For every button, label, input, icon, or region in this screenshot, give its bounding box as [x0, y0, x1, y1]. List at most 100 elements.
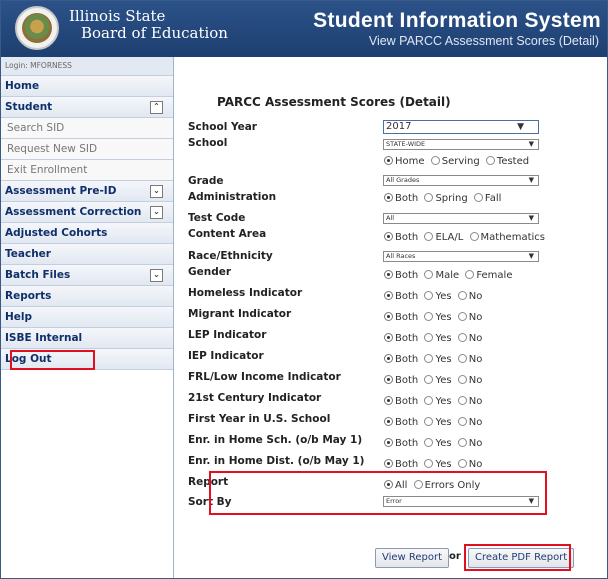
sidebar-item-request-new-sid[interactable]: Request New SID [1, 139, 173, 160]
gender-radio-group: Both Male Female [383, 270, 514, 281]
radio-icon [424, 232, 434, 241]
option-label: Both [395, 270, 419, 281]
sidebar-item-exit-enrollment[interactable]: Exit Enrollment [1, 160, 173, 181]
migrant-yes[interactable]: Yes [423, 312, 452, 323]
radio-icon [424, 333, 434, 342]
content-area-ela[interactable]: ELA/L [423, 232, 463, 243]
grade-value: All Grades [386, 176, 420, 184]
window: Illinois State Board of Education Studen… [0, 0, 608, 579]
lep-no[interactable]: No [457, 333, 482, 344]
first-year-label: First Year in U.S. School [188, 413, 331, 425]
sidebar-item-batch-files[interactable]: Batch Files ⌄ [1, 265, 173, 286]
century21-label: 21st Century Indicator [188, 392, 322, 404]
sidebar-item-isbe-internal[interactable]: ISBE Internal [1, 328, 173, 349]
iep-both[interactable]: Both [383, 354, 418, 365]
option-label: Mathematics [480, 232, 545, 243]
gender-both[interactable]: Both [383, 270, 418, 281]
content-area-mathematics[interactable]: Mathematics [469, 232, 545, 243]
chevron-down-icon[interactable]: ⌄ [150, 206, 163, 219]
or-text: or [449, 551, 461, 562]
chevron-up-icon[interactable]: ⌃ [150, 101, 163, 114]
sidebar-item-home[interactable]: Home [1, 76, 173, 97]
option-label: Yes [435, 333, 452, 344]
test-code-select[interactable]: All ▼ [383, 213, 539, 224]
option-label: No [468, 417, 483, 428]
radio-icon [384, 354, 393, 363]
century21-no[interactable]: No [457, 396, 482, 407]
gender-label: Gender [188, 266, 232, 278]
century21-both[interactable]: Both [383, 396, 418, 407]
frl-yes[interactable]: Yes [423, 375, 452, 386]
school-type-home[interactable]: Home [383, 156, 425, 167]
radio-icon [424, 396, 434, 405]
radio-icon [457, 333, 467, 342]
sidebar-item-adjusted-cohorts[interactable]: Adjusted Cohorts [1, 223, 173, 244]
first-year-no[interactable]: No [457, 417, 483, 428]
administration-fall[interactable]: Fall [473, 193, 502, 204]
home-dist-both[interactable]: Both [383, 459, 418, 470]
sidebar-item-assessment-correction[interactable]: Assessment Correction ⌄ [1, 202, 173, 223]
school-year-select[interactable]: 2017 ▼ [383, 120, 539, 134]
reports-highlight-box [10, 350, 95, 370]
first-year-yes[interactable]: Yes [423, 417, 452, 428]
option-label: Both [395, 312, 419, 323]
content-area-both[interactable]: Both [383, 232, 418, 243]
first-year-both[interactable]: Both [383, 417, 418, 428]
view-report-button[interactable]: View Report [375, 548, 450, 568]
frl-both[interactable]: Both [383, 375, 418, 386]
sidebar-item-help[interactable]: Help [1, 307, 173, 328]
lep-yes[interactable]: Yes [423, 333, 452, 344]
iep-yes[interactable]: Yes [423, 354, 452, 365]
radio-icon [424, 270, 434, 279]
option-label: Female [476, 270, 513, 281]
home-school-no[interactable]: No [457, 438, 482, 449]
sidebar-item-student[interactable]: Student ⌃ [1, 97, 173, 118]
chevron-down-icon: ▼ [528, 140, 534, 148]
radio-icon [457, 459, 467, 468]
frl-no[interactable]: No [457, 375, 482, 386]
home-dist-yes[interactable]: Yes [423, 459, 452, 470]
option-label: ELA/L [435, 232, 464, 243]
gender-male[interactable]: Male [423, 270, 459, 281]
radio-icon [424, 438, 434, 447]
school-type-serving[interactable]: Serving [430, 156, 480, 167]
iep-no[interactable]: No [457, 354, 483, 365]
option-label: Fall [484, 193, 502, 204]
administration-both[interactable]: Both [383, 193, 418, 204]
administration-spring[interactable]: Spring [423, 193, 468, 204]
administration-label: Administration [188, 191, 277, 203]
grade-select[interactable]: All Grades ▼ [383, 175, 539, 186]
race-ethnicity-select[interactable]: All Races ▼ [383, 251, 539, 262]
option-label: Both [395, 232, 419, 243]
migrant-label: Migrant Indicator [188, 308, 292, 320]
lep-both[interactable]: Both [383, 333, 418, 344]
iep-label: IEP Indicator [188, 350, 264, 362]
school-type-tested[interactable]: Tested [485, 156, 529, 167]
administration-radio-group: Both Spring Fall [383, 193, 503, 204]
century21-yes[interactable]: Yes [423, 396, 452, 407]
homeless-no[interactable]: No [457, 291, 482, 302]
school-year-label: School Year [188, 121, 257, 133]
home-school-yes[interactable]: Yes [423, 438, 452, 449]
option-label: No [468, 354, 483, 365]
chevron-down-icon[interactable]: ⌄ [150, 185, 163, 198]
homeless-yes[interactable]: Yes [423, 291, 452, 302]
sidebar-item-teacher[interactable]: Teacher [1, 244, 173, 265]
org-name-line1: Illinois State [69, 7, 166, 25]
gender-female[interactable]: Female [464, 270, 512, 281]
sidebar-item-search-sid[interactable]: Search SID [1, 118, 173, 139]
sidebar-item-reports[interactable]: Reports [1, 286, 173, 307]
radio-icon [424, 459, 434, 468]
home-school-both[interactable]: Both [383, 438, 418, 449]
sidebar-item-assessment-pre-id[interactable]: Assessment Pre-ID ⌄ [1, 181, 173, 202]
radio-icon [384, 312, 393, 321]
chevron-down-icon: ▼ [528, 214, 534, 222]
school-select[interactable]: STATE-WIDE ▼ [383, 139, 539, 150]
migrant-no[interactable]: No [457, 312, 482, 323]
migrant-both[interactable]: Both [383, 312, 418, 323]
home-dist-no[interactable]: No [457, 459, 482, 470]
homeless-both[interactable]: Both [383, 291, 418, 302]
radio-icon [473, 193, 483, 202]
radio-icon [384, 396, 393, 405]
chevron-down-icon[interactable]: ⌄ [150, 269, 163, 282]
